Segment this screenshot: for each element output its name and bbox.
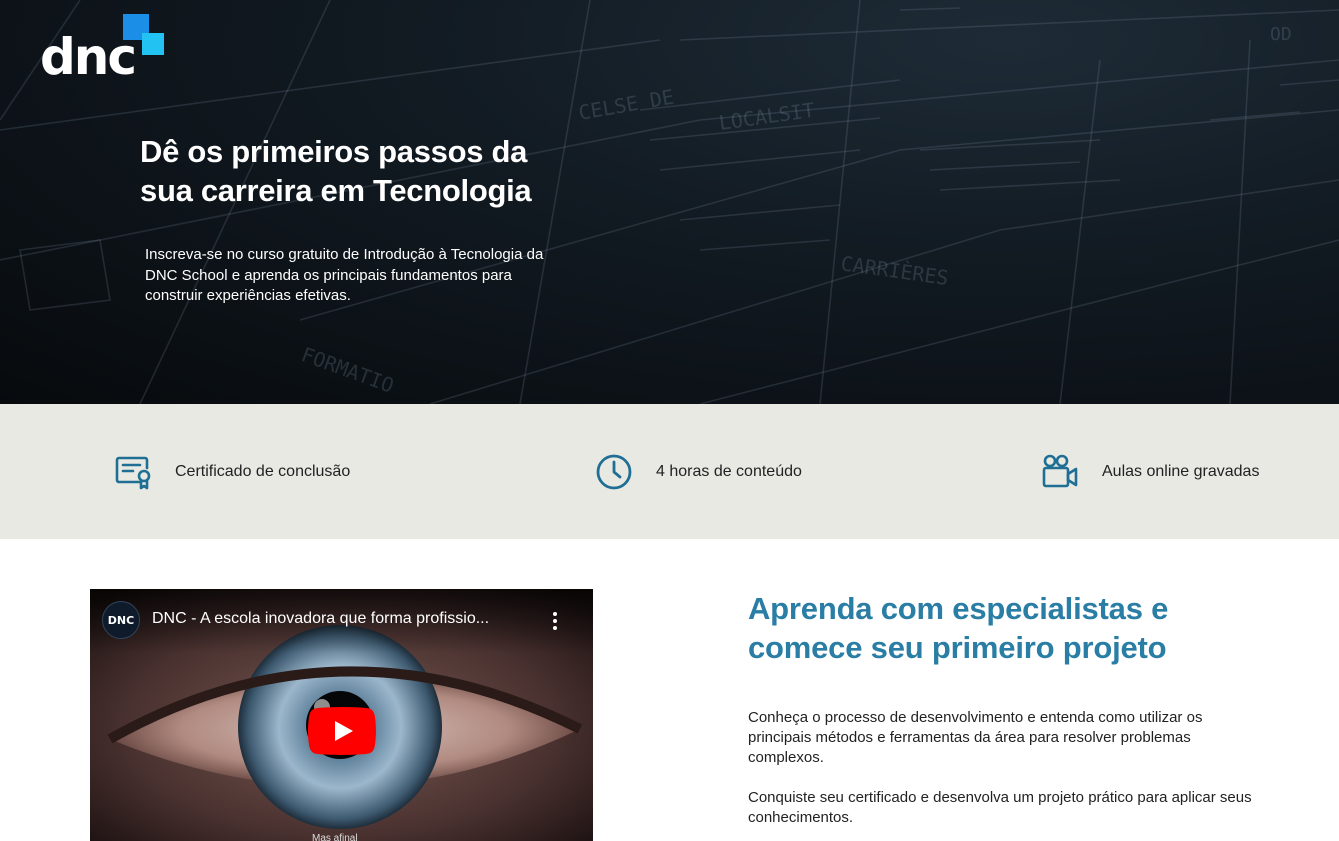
certificate-icon [115, 456, 151, 489]
hero-banner: CARRIÈRES FORMATIO CELSE DE LOCALSIT OD … [0, 0, 1339, 404]
feature-recorded: Aulas online gravadas [1040, 404, 1259, 539]
video-camera-icon [1042, 454, 1078, 487]
svg-text:CELSE DE: CELSE DE [577, 85, 676, 125]
clock-icon [596, 454, 632, 489]
hero-title-line2: sua carreira em Tecnologia [140, 173, 532, 208]
more-options-icon[interactable] [548, 609, 562, 633]
section-paragraph-1: Conheça o processo de desenvolvimento e … [748, 709, 1203, 766]
feature-hours-label: 4 horas de conteúdo [656, 462, 802, 480]
section-title-line1: Aprenda com especialistas e [748, 591, 1169, 626]
section-title: Aprenda com especialistas e comece seu p… [748, 589, 1268, 667]
feature-recorded-label: Aulas online gravadas [1102, 462, 1260, 480]
feature-certificate-label: Certificado de conclusão [175, 462, 351, 480]
features-bar: Certificado de conclusão 4 horas de cont… [0, 404, 1339, 539]
svg-text:OD: OD [1270, 24, 1292, 45]
svg-text:FORMATIO: FORMATIO [298, 342, 397, 397]
video-title[interactable]: DNC - A escola inovadora que forma profi… [152, 610, 532, 628]
channel-badge-text: DNC [107, 613, 135, 627]
video-player[interactable]: DNC DNC - A escola inovadora que forma p… [90, 589, 593, 841]
section-title-line2: comece seu primeiro projeto [748, 630, 1167, 665]
channel-avatar[interactable]: DNC [102, 601, 140, 639]
logo-square-cyan [142, 33, 164, 55]
hero-description: Inscreva-se no curso gratuito de Introdu… [145, 246, 544, 304]
logo-text: dnc [40, 28, 137, 86]
hero-title: Dê os primeiros passos da sua carreira e… [140, 132, 620, 210]
feature-hours: 4 horas de conteúdo [594, 404, 802, 539]
feature-certificate: Certificado de conclusão [113, 404, 350, 539]
youtube-play-icon[interactable] [308, 707, 376, 755]
video-subtitle-caption: Mas afinal [312, 833, 358, 841]
hero-title-line1: Dê os primeiros passos da [140, 134, 528, 169]
section-paragraph-2: Conquiste seu certificado e desenvolva u… [748, 789, 1252, 826]
svg-text:CARRIÈRES: CARRIÈRES [839, 251, 950, 290]
dnc-logo[interactable]: dnc [38, 14, 168, 86]
